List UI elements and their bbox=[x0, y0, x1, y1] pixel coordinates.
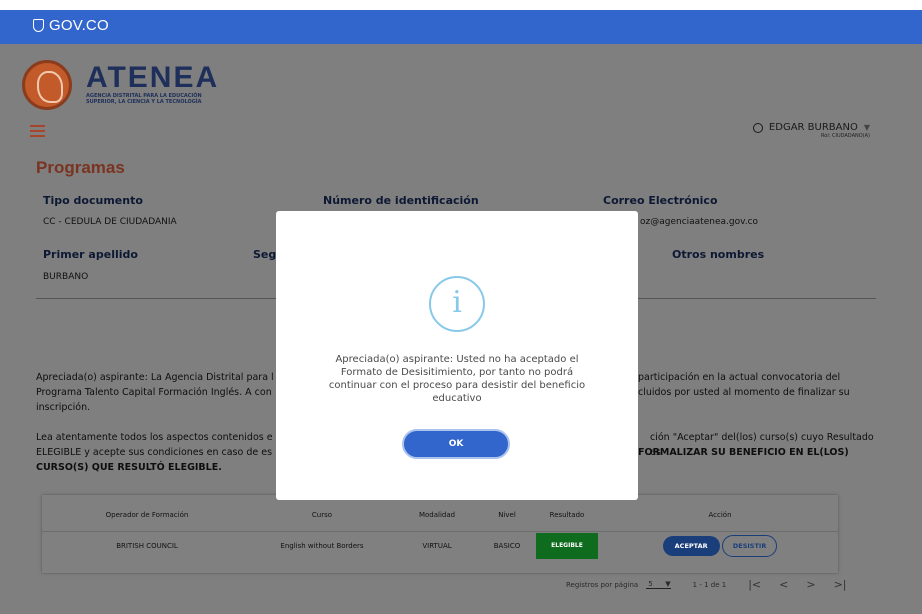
atenea-logo-icon[interactable] bbox=[22, 60, 72, 110]
p2-left-2: ELEGIBLE y acepte sus condiciones en cas… bbox=[36, 447, 273, 458]
p2-left-1: Lea atentamente todos los aspectos conte… bbox=[36, 432, 273, 443]
cell-operador: BRITISH COUNCIL bbox=[116, 541, 178, 550]
col-accion: Acción bbox=[708, 511, 732, 519]
rows-per-page-value: 5 bbox=[648, 580, 653, 588]
p2-right-2: FORMALIZAR SU BENEFICIO EN EL(LOS) bbox=[638, 447, 849, 458]
col-curso: Curso bbox=[311, 511, 333, 519]
gov-shield-icon bbox=[33, 19, 44, 32]
label-numero-identificacion: Número de identificación bbox=[323, 194, 479, 207]
col-modalidad: Modalidad bbox=[418, 511, 456, 519]
brand-subtitle: AGENCIA DISTRITAL PARA LA EDUCACIÓN SUPE… bbox=[86, 93, 202, 105]
brand: ATENEA AGENCIA DISTRITAL PARA LA EDUCACI… bbox=[86, 61, 220, 106]
cell-nivel: BASICO bbox=[493, 541, 521, 550]
chevron-down-icon: ▼ bbox=[665, 580, 671, 588]
gov-logo[interactable]: GOV.CO bbox=[33, 17, 109, 34]
previous-page-icon[interactable]: < bbox=[779, 578, 788, 591]
cell-curso: English without Borders bbox=[280, 541, 364, 550]
user-role: Rol: CIUDADANO(A) bbox=[821, 133, 870, 139]
info-icon: i bbox=[429, 276, 485, 332]
col-resultado: Resultado bbox=[549, 511, 585, 519]
value-tipo-documento: CC - CEDULA DE CIUDADANIA bbox=[43, 217, 177, 227]
results-table: Operador de Formación Curso Modalidad Ni… bbox=[42, 495, 838, 573]
col-nivel: Nivel bbox=[498, 511, 516, 519]
table-row: BRITISH COUNCIL English without Borders … bbox=[42, 531, 838, 559]
p1-left-1: Apreciada(o) aspirante: La Agencia Distr… bbox=[36, 372, 274, 383]
col-operador: Operador de Formación bbox=[105, 511, 189, 519]
desist-button[interactable]: DESISTIR bbox=[721, 534, 778, 557]
last-page-icon[interactable]: >| bbox=[834, 578, 847, 591]
label-tipo-documento: Tipo documento bbox=[43, 194, 143, 207]
label-otros-nombres: Otros nombres bbox=[672, 248, 765, 261]
info-dialog: i Apreciada(o) aspirante: Usted no ha ac… bbox=[276, 211, 638, 500]
gov-bar: GOV.CO bbox=[0, 0, 922, 44]
user-name: EDGAR BURBANO bbox=[768, 122, 858, 133]
first-page-icon[interactable]: |< bbox=[748, 578, 761, 591]
p1-left-2: Programa Talento Capital Formación Inglé… bbox=[36, 387, 272, 398]
gov-logo-text: GOV.CO bbox=[49, 17, 109, 34]
menu-icon[interactable] bbox=[30, 125, 45, 138]
pagination: Registros por página 5 ▼ 1 - 1 de 1 |< < … bbox=[566, 578, 847, 591]
gov-bar-top-stroke bbox=[0, 0, 922, 10]
pagination-range: 1 - 1 de 1 bbox=[692, 580, 727, 589]
next-page-icon[interactable]: > bbox=[806, 578, 815, 591]
label-correo: Correo Electrónico bbox=[603, 194, 718, 207]
rows-per-page-label: Registros por página bbox=[566, 580, 639, 589]
user-menu[interactable]: EDGAR BURBANO ▼ Rol: CIUDADANO(A) bbox=[752, 122, 870, 139]
value-correo: oz@agenciaatenea.gov.co bbox=[640, 217, 759, 227]
table-header: Operador de Formación Curso Modalidad Ni… bbox=[42, 505, 838, 525]
user-icon bbox=[752, 122, 763, 133]
chevron-down-icon: ▼ bbox=[863, 123, 870, 132]
accept-button[interactable]: ACEPTAR bbox=[662, 535, 720, 556]
p1-right-1: participación en la actual convocatoria … bbox=[638, 372, 841, 383]
page-title: Programas bbox=[36, 158, 125, 177]
status-badge: ELEGIBLE bbox=[536, 532, 598, 559]
value-primer-apellido: BURBANO bbox=[43, 272, 89, 282]
rows-per-page-select[interactable]: 5 ▼ bbox=[646, 580, 671, 589]
brand-name: ATENEA bbox=[86, 61, 220, 94]
label-primer-apellido: Primer apellido bbox=[43, 248, 138, 261]
label-segundo-apellido: Seg bbox=[253, 248, 277, 261]
cell-modalidad: VIRTUAL bbox=[422, 541, 452, 550]
dialog-message: Apreciada(o) aspirante: Usted no ha acep… bbox=[328, 354, 586, 404]
ok-button[interactable]: OK bbox=[402, 429, 510, 459]
p1-right-2: cluidos por usted al momento de finaliza… bbox=[638, 387, 850, 398]
